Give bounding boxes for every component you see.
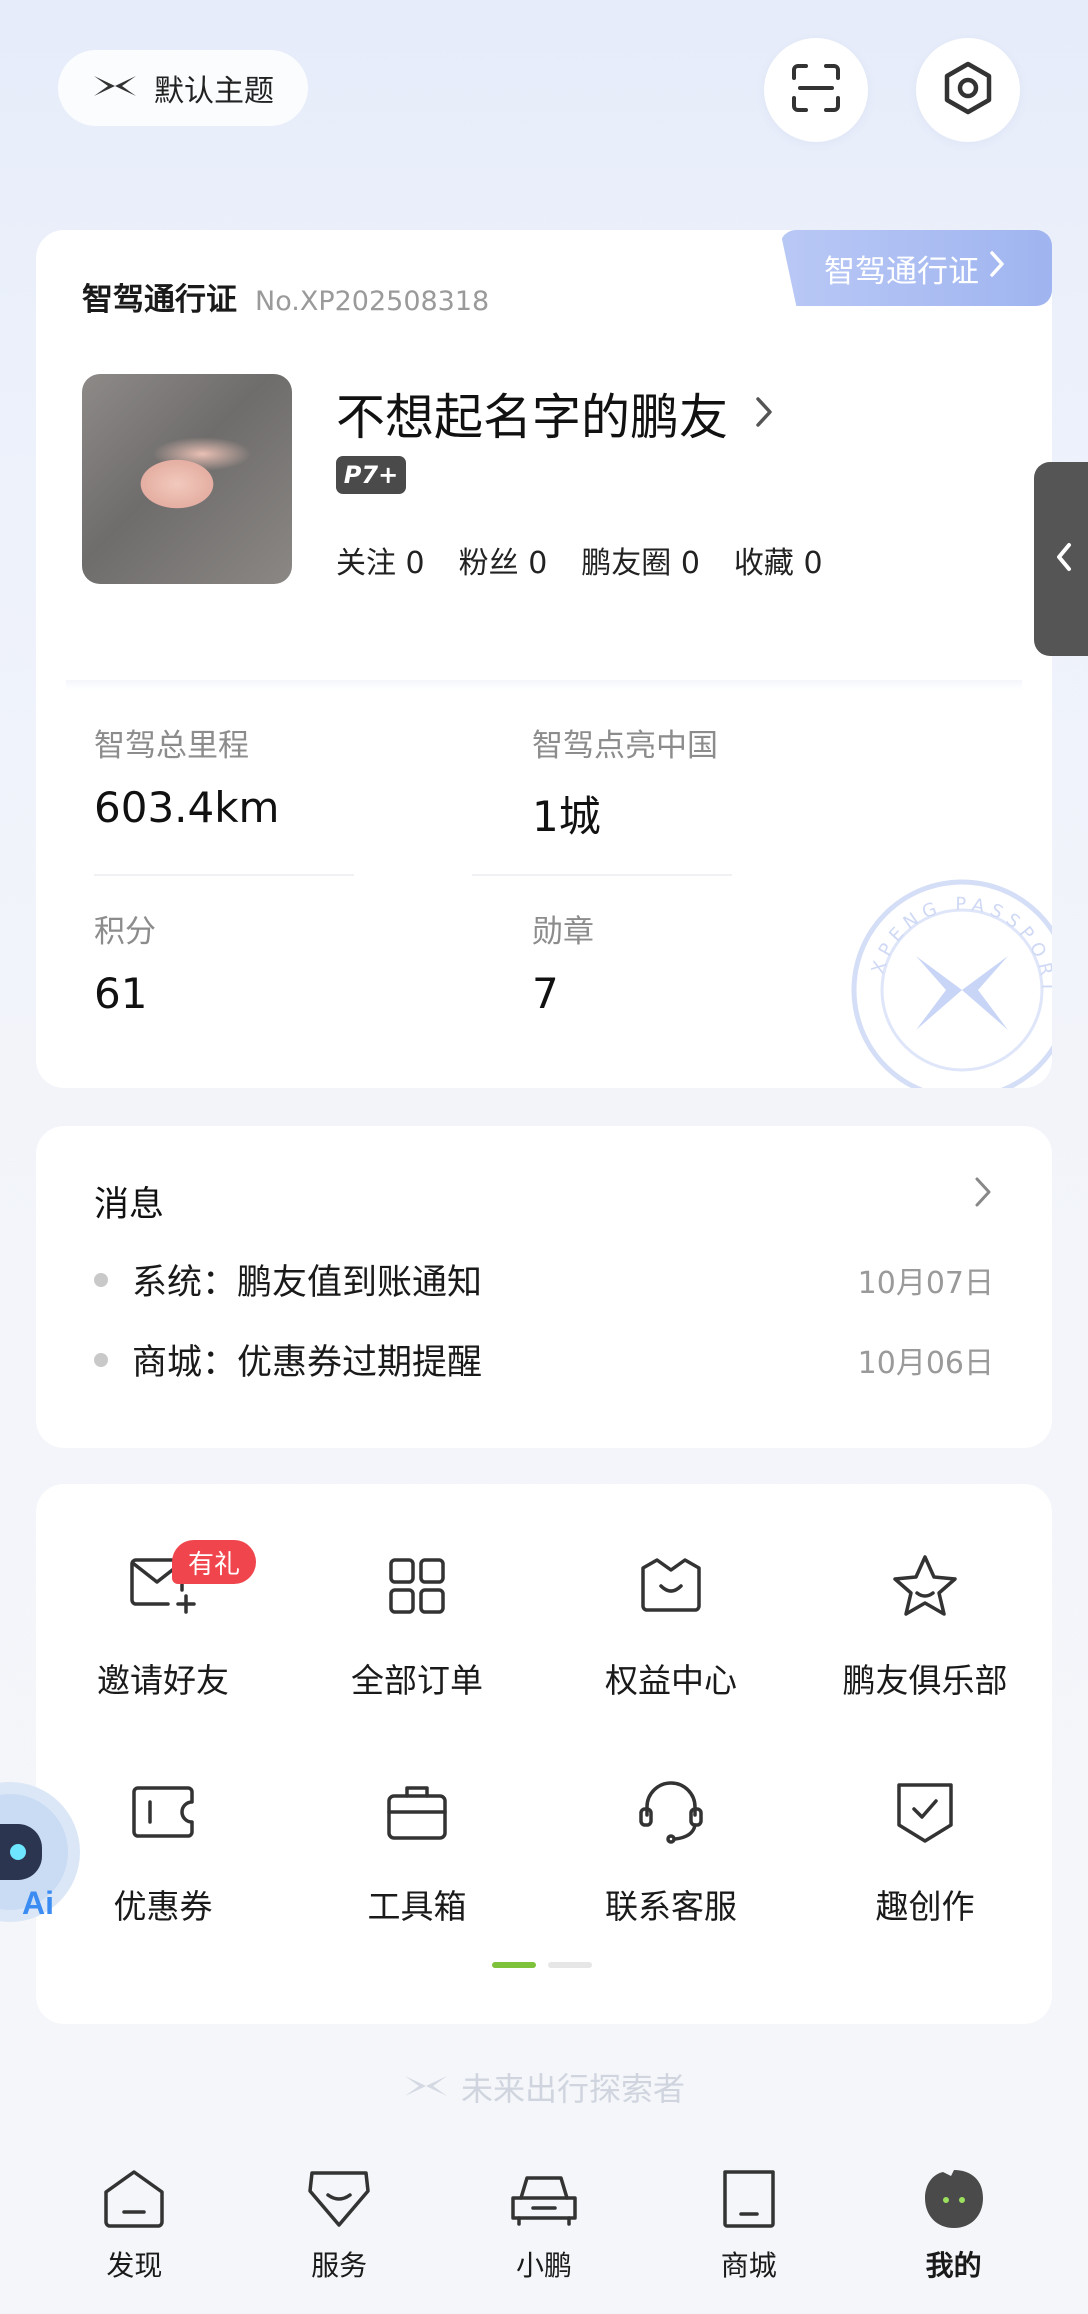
passport-header: 智驾通行证 No.XP202508318 [82,274,489,319]
car-model-badge: P7+ [336,456,406,494]
page-indicator [492,1962,592,1968]
stat-cities[interactable]: 智驾点亮中国 1城 [532,720,718,844]
scan-button[interactable] [764,38,868,142]
brand-slogan: 未来出行探索者 [0,2064,1088,2110]
service-creation[interactable]: 趣创作 [798,1772,1052,1928]
passport-card[interactable]: 智驾通行证 No.XP202508318 不想起名字的鹏友 P7+ 关注 0 粉… [36,230,1052,1088]
orders-grid-icon [377,1546,457,1626]
messages-card[interactable]: 消息 系统：鹏友值到账通知 10月07日 商城：优惠券过期提醒 10月06日 [36,1126,1052,1448]
chevron-left-icon [1055,542,1073,576]
divider [472,874,732,876]
customer-service-icon [631,1772,711,1852]
chevron-right-icon [754,395,774,433]
social-fans[interactable]: 粉丝 0 [459,538,548,582]
passport-stamp: XPENG PASSPORT [832,860,1052,1088]
service-club[interactable]: 鹏友俱乐部 [798,1546,1052,1702]
social-circle[interactable]: 鹏友圈 0 [581,538,700,582]
nav-service[interactable]: 服务 [249,2164,429,2314]
service-benefits-center[interactable]: 权益中心 [544,1546,798,1702]
service-all-orders[interactable]: 全部订单 [290,1546,544,1702]
svg-text:Ai: Ai [22,1885,54,1921]
nickname-row[interactable]: 不想起名字的鹏友 [336,378,774,449]
coupon-icon [123,1772,203,1852]
service-toolbox[interactable]: 工具箱 [290,1772,544,1928]
service-icon [304,2164,374,2234]
services-grid: 有礼 邀请好友 全部订单 权益中心 鹏友俱乐部 优惠券 工具箱 联系客服 趣创作 [36,1484,1052,2024]
side-drawer-handle[interactable] [1034,462,1088,656]
theme-selector[interactable]: 默认主题 [58,50,308,126]
stat-mileage[interactable]: 智驾总里程 603.4km [94,720,279,832]
service-customer-support[interactable]: 联系客服 [544,1772,798,1928]
stat-points[interactable]: 积分 61 [94,906,156,1018]
toolbox-icon [377,1772,457,1852]
passport-tab-button[interactable]: 智驾通行证 [780,230,1052,306]
pager-dot [548,1962,592,1968]
social-follow[interactable]: 关注 0 [336,538,425,582]
nickname: 不想起名字的鹏友 [336,389,729,446]
scan-icon [790,62,842,118]
unread-dot [94,1352,108,1367]
service-invite-friends[interactable]: 有礼 邀请好友 [36,1540,290,1702]
xpeng-logo-icon [92,71,138,106]
pager-dot-active [492,1962,536,1968]
social-stats: 关注 0 粉丝 0 鹏友圈 0 收藏 0 [336,538,823,582]
passport-number: No.XP202508318 [255,286,490,317]
xpeng-logo-icon [403,2068,449,2106]
profile-avatar-icon [919,2164,989,2234]
avatar[interactable] [82,374,292,584]
settings-button[interactable] [916,38,1020,142]
gift-badge: 有礼 [172,1540,257,1584]
nav-mall[interactable]: 商城 [659,2164,839,2314]
unread-dot [94,1272,108,1287]
benefits-crown-icon [631,1546,711,1626]
settings-icon [940,60,996,120]
discover-icon [99,2164,169,2234]
passport-title: 智驾通行证 [82,282,237,318]
chevron-right-icon[interactable] [974,1176,992,1212]
chevron-right-icon [989,250,1005,286]
ai-assistant-button[interactable]: Ai [0,1776,86,1936]
club-star-icon [885,1546,965,1626]
message-item[interactable]: 商城：优惠券过期提醒 10月06日 [94,1334,994,1385]
car-icon [509,2164,579,2234]
theme-label: 默认主题 [154,74,274,109]
creation-shield-icon [885,1772,965,1852]
divider [94,874,354,876]
messages-title: 消息 [94,1185,165,1225]
stat-medals[interactable]: 勋章 7 [532,906,594,1018]
nav-xpeng-car[interactable]: 小鹏 [454,2164,634,2314]
bottom-nav: 发现 服务 小鹏 商城 我的 [0,2140,1088,2314]
message-item[interactable]: 系统：鹏友值到账通知 10月07日 [94,1254,994,1305]
mall-icon [714,2164,784,2234]
divider [66,680,1022,690]
svg-text:XPENG PASSPORT: XPENG PASSPORT [868,894,1052,998]
social-favorites[interactable]: 收藏 0 [734,538,823,582]
nav-discover[interactable]: 发现 [44,2164,224,2314]
nav-profile[interactable]: 我的 [864,2164,1044,2314]
